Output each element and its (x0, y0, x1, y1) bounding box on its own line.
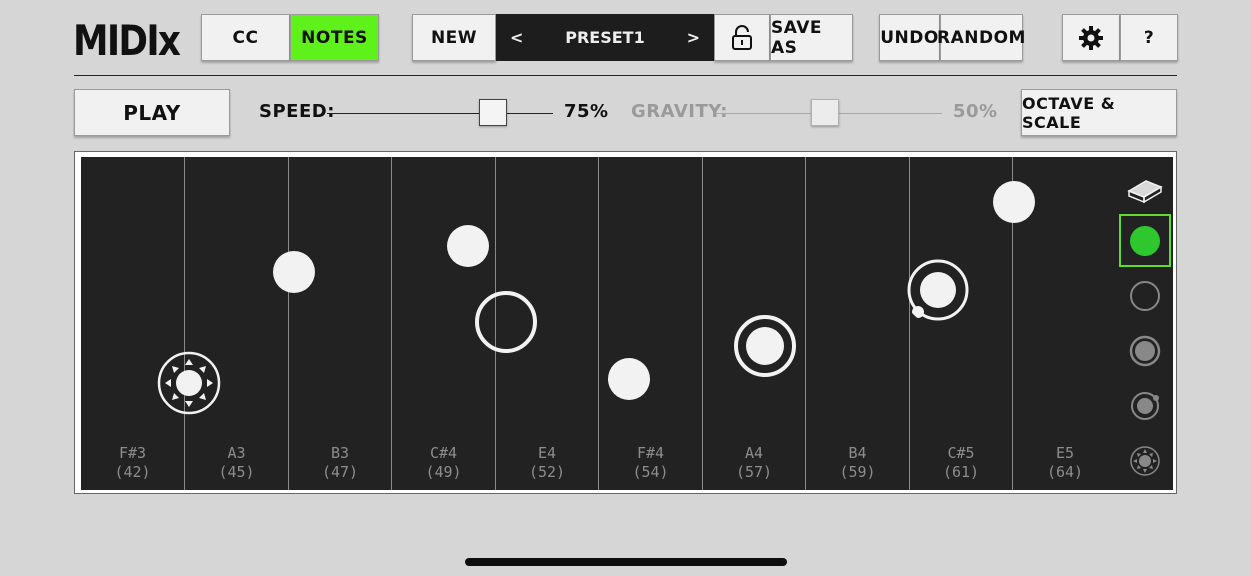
new-button[interactable]: NEW (412, 14, 496, 61)
speed-slider-thumb[interactable] (478, 99, 507, 126)
orbit-ball-icon (1131, 391, 1159, 420)
note-label: A3 (45) (218, 444, 255, 481)
gear-icon (1079, 25, 1103, 50)
gravity-label: GRAVITY: (631, 101, 728, 122)
note-label: E4 (52) (528, 444, 566, 481)
eraser-tool[interactable] (1119, 161, 1171, 214)
settings-button[interactable] (1062, 14, 1120, 61)
solid-ball[interactable] (447, 225, 489, 267)
solid-ball-tool[interactable] (1119, 214, 1171, 267)
note-label: C#4 (49) (425, 444, 462, 481)
speed-slider-track[interactable] (327, 113, 553, 114)
home-indicator[interactable] (465, 558, 787, 566)
header-divider (74, 75, 1177, 76)
undo-button[interactable]: UNDO (879, 14, 940, 61)
orbit-ball-tool[interactable] (1119, 379, 1171, 432)
note-label: B4 (59) (839, 444, 876, 481)
note-label: C#5 (61) (942, 444, 980, 481)
note-column[interactable]: A3 (45) (185, 157, 289, 490)
note-column[interactable]: F#3 (42) (81, 157, 185, 490)
solid-ball[interactable] (993, 181, 1035, 223)
gravity-value: 50% (953, 101, 998, 122)
note-label: A4 (57) (735, 444, 773, 481)
solid-ball-icon (1130, 225, 1160, 256)
note-board: F#3 (42) A3 (45) B3 (47) C#4 (49) E4 (52) F#4… (74, 151, 1177, 494)
play-button[interactable]: PLAY (74, 89, 230, 136)
note-label: F#4 (54) (632, 444, 669, 481)
spiked-ball-icon (1130, 445, 1160, 476)
help-button[interactable]: ? (1120, 14, 1178, 61)
preset-name: PRESET1 (565, 28, 645, 47)
ringed-ball-tool[interactable] (1119, 324, 1171, 377)
solid-ball[interactable] (273, 251, 315, 293)
app-logo: MIDIx (73, 16, 181, 65)
octave-scale-button[interactable]: OCTAVE & SCALE (1021, 89, 1177, 136)
note-column[interactable]: B4 (59) (806, 157, 910, 490)
hollow-ball-icon (1130, 280, 1160, 311)
speed-value: 75% (564, 101, 609, 122)
note-label: E5 (64) (1046, 444, 1084, 481)
note-column[interactable]: B3 (47) (289, 157, 392, 490)
spiked-ball-tool[interactable] (1119, 434, 1171, 487)
gravity-slider-thumb[interactable] (811, 99, 839, 126)
preset-selector: < PRESET1 > (496, 14, 714, 61)
orbit-ball[interactable] (904, 257, 972, 325)
note-column[interactable]: F#4 (54) (599, 157, 703, 490)
unlock-icon (732, 24, 752, 50)
spiked-ball[interactable] (157, 351, 221, 415)
solid-ball[interactable] (608, 358, 650, 400)
note-label: F#3 (42) (114, 444, 151, 481)
random-button[interactable]: RANDOM (937, 14, 1025, 61)
tool-palette (1117, 157, 1173, 490)
ringed-ball[interactable] (733, 314, 797, 378)
save-as-button[interactable]: SAVE AS (770, 14, 853, 61)
speed-label: SPEED: (259, 101, 335, 122)
cc-button[interactable]: CC (201, 14, 290, 61)
note-grid[interactable]: F#3 (42) A3 (45) B3 (47) C#4 (49) E4 (52) F#4… (81, 157, 1117, 490)
note-label: B3 (47) (321, 444, 359, 481)
notes-button[interactable]: NOTES (290, 14, 379, 61)
eraser-icon (1127, 179, 1163, 203)
previous-preset-button[interactable]: < (510, 28, 523, 47)
hollow-ball[interactable] (475, 291, 537, 353)
ringed-ball-icon (1129, 335, 1161, 366)
lock-button[interactable] (714, 14, 770, 61)
hollow-ball-tool[interactable] (1119, 269, 1171, 322)
next-preset-button[interactable]: > (687, 28, 700, 47)
